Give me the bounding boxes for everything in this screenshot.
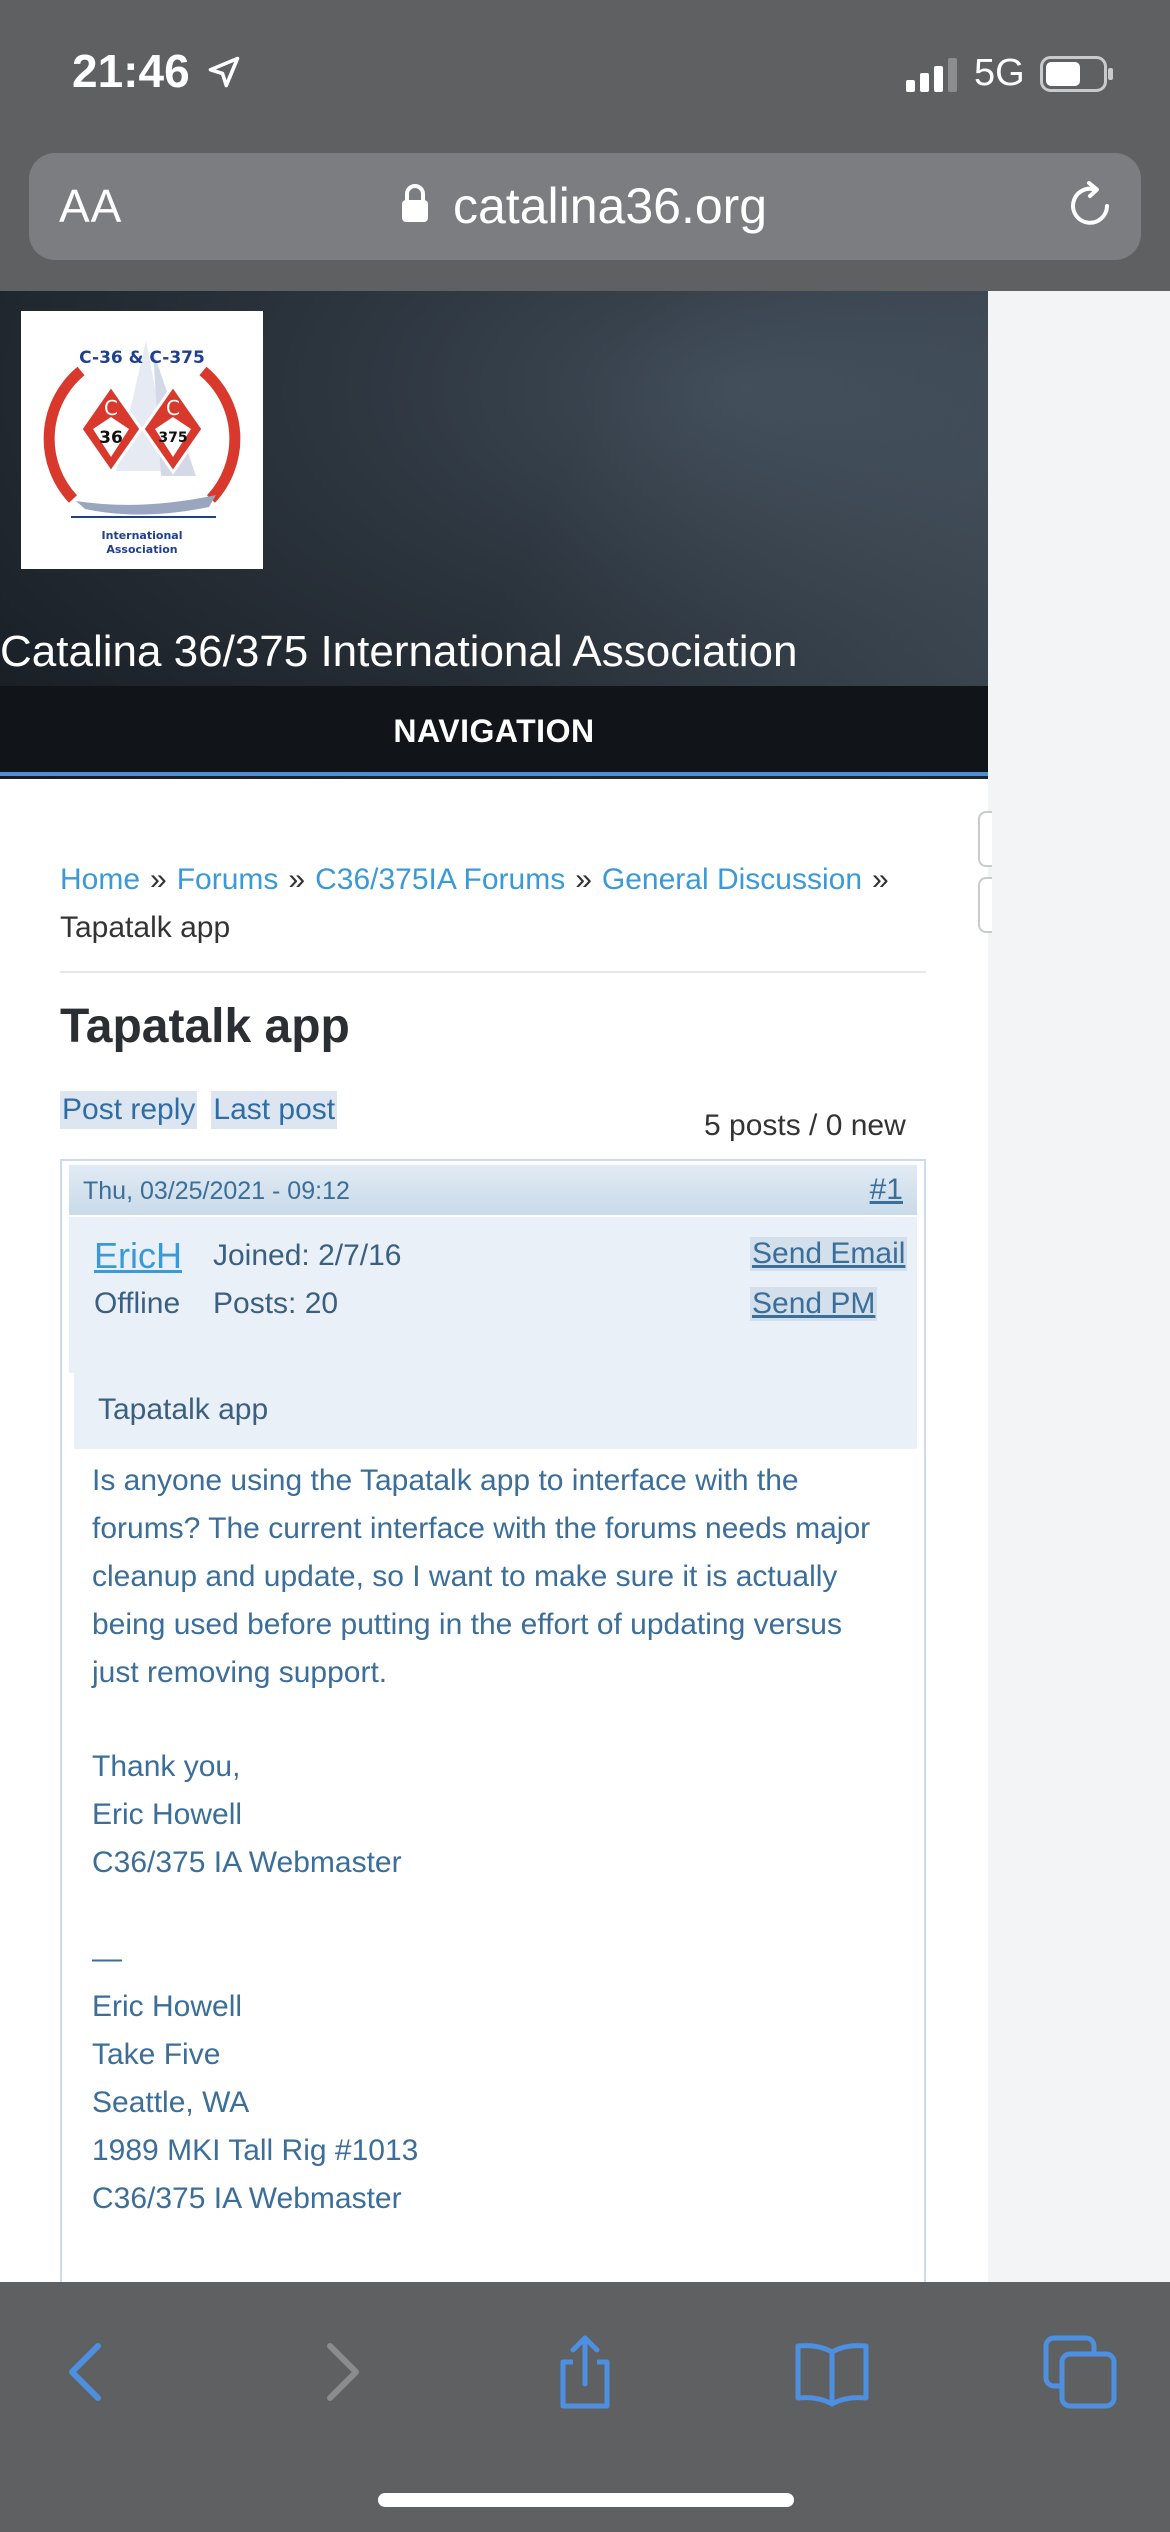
send-email-link[interactable]: Send Email	[750, 1237, 908, 1271]
post-count: 5 posts / 0 new	[704, 1109, 906, 1142]
author-joined: Joined: 2/7/16	[213, 1239, 402, 1272]
author-username[interactable]: EricH	[94, 1235, 182, 1277]
browser-top-bar: 21:46 5G AA catalina36.org	[0, 0, 1170, 291]
post-date: Thu, 03/25/2021 - 09:12	[83, 1177, 350, 1205]
share-icon[interactable]	[545, 2332, 625, 2412]
breadcrumb-separator: »	[288, 863, 306, 896]
home-indicator[interactable]	[378, 2493, 794, 2507]
svg-text:Association: Association	[106, 543, 177, 556]
author-post-count: Posts: 20	[213, 1287, 339, 1320]
signature-line: Seattle, WA	[92, 2086, 250, 2119]
svg-text:C-36 & C-375: C-36 & C-375	[79, 348, 205, 368]
forum-post: Thu, 03/25/2021 - 09:12 #1 EricH Joined:…	[60, 1159, 926, 2282]
breadcrumb-general-discussion[interactable]: General Discussion	[602, 863, 862, 896]
site-logo[interactable]: C-36 & C-375 C C 36 375 International As…	[21, 311, 263, 569]
bookmarks-icon[interactable]	[792, 2332, 872, 2412]
svg-text:C: C	[166, 396, 180, 420]
text-size-button[interactable]: AA	[59, 179, 122, 233]
status-time: 21:46	[72, 45, 190, 97]
lock-icon	[402, 184, 428, 222]
author-info: EricH Joined: 2/7/16 Offline Posts: 20 S…	[69, 1217, 917, 1373]
svg-text:C: C	[104, 396, 118, 420]
c36-c375-logo-icon: C-36 & C-375 C C 36 375 International As…	[43, 341, 241, 556]
post-subject: Tapatalk app	[74, 1373, 917, 1449]
network-type: 5G	[974, 52, 1025, 94]
breadcrumb-forums[interactable]: Forums	[177, 863, 279, 896]
post-paragraph: Is anyone using the Tapatalk app to inte…	[92, 1464, 871, 1689]
breadcrumb-home[interactable]: Home	[60, 863, 140, 896]
navigation-toggle[interactable]: NAVIGATION	[0, 686, 988, 776]
breadcrumb-c36-forums[interactable]: C36/375IA Forums	[315, 863, 565, 896]
post-subject-text: Tapatalk app	[98, 1393, 269, 1426]
site-name[interactable]: Catalina 36/375 International Associatio…	[0, 627, 797, 677]
post-header: Thu, 03/25/2021 - 09:12 #1	[69, 1165, 917, 1215]
post-reply-link[interactable]: Post reply	[60, 1091, 198, 1129]
last-post-link[interactable]: Last post	[211, 1091, 338, 1129]
signal-strength-icon	[906, 58, 957, 92]
svg-text:36: 36	[99, 428, 123, 448]
divider	[60, 971, 926, 973]
side-widget-tabs[interactable]	[978, 811, 992, 941]
location-arrow-icon	[208, 56, 240, 88]
forward-icon	[327, 2343, 359, 2401]
signature-line: C36/375 IA Webmaster	[92, 2182, 402, 2215]
post-body: Is anyone using the Tapatalk app to inte…	[92, 1457, 892, 2223]
topic-actions: Post reply Last post	[60, 1091, 351, 1129]
signature-line: 1989 MKI Tall Rig #1013	[92, 2134, 419, 2167]
author-status: Offline	[94, 1287, 181, 1320]
closing-line: Thank you,	[92, 1750, 241, 1783]
navigation-bar[interactable]: NAVIGATION	[0, 686, 988, 776]
post-permalink[interactable]: #1	[870, 1173, 903, 1207]
breadcrumb-separator: »	[575, 863, 592, 896]
text-size-label: AA	[59, 180, 123, 232]
back-icon[interactable]	[48, 2332, 128, 2412]
battery-icon	[1040, 56, 1113, 92]
closing-line: Eric Howell	[92, 1798, 243, 1831]
url-domain[interactable]: catalina36.org	[453, 177, 767, 235]
web-viewport[interactable]: C-36 & C-375 C C 36 375 International As…	[0, 291, 1170, 2282]
reload-icon[interactable]	[1063, 179, 1117, 233]
closing-line: C36/375 IA Webmaster	[92, 1846, 402, 1879]
signature-line: Take Five	[92, 2038, 221, 2071]
breadcrumb-separator: »	[150, 863, 167, 896]
breadcrumb-current: Tapatalk app	[60, 911, 231, 944]
tabs-icon[interactable]	[1040, 2332, 1120, 2412]
send-pm-link[interactable]: Send PM	[750, 1287, 878, 1321]
signature-divider: —	[92, 1942, 122, 1975]
page-title: Tapatalk app	[60, 1000, 350, 1053]
signature-line: Eric Howell	[92, 1990, 243, 2023]
site-header: C-36 & C-375 C C 36 375 International As…	[0, 291, 988, 779]
svg-text:375: 375	[158, 430, 187, 446]
page-column: C-36 & C-375 C C 36 375 International As…	[0, 291, 988, 2282]
breadcrumb-separator: »	[872, 863, 889, 896]
breadcrumb: Home » Forums » C36/375IA Forums » General Dis…	[60, 856, 930, 952]
address-bar[interactable]: AA catalina36.org	[29, 153, 1141, 260]
svg-text:International: International	[102, 529, 183, 542]
